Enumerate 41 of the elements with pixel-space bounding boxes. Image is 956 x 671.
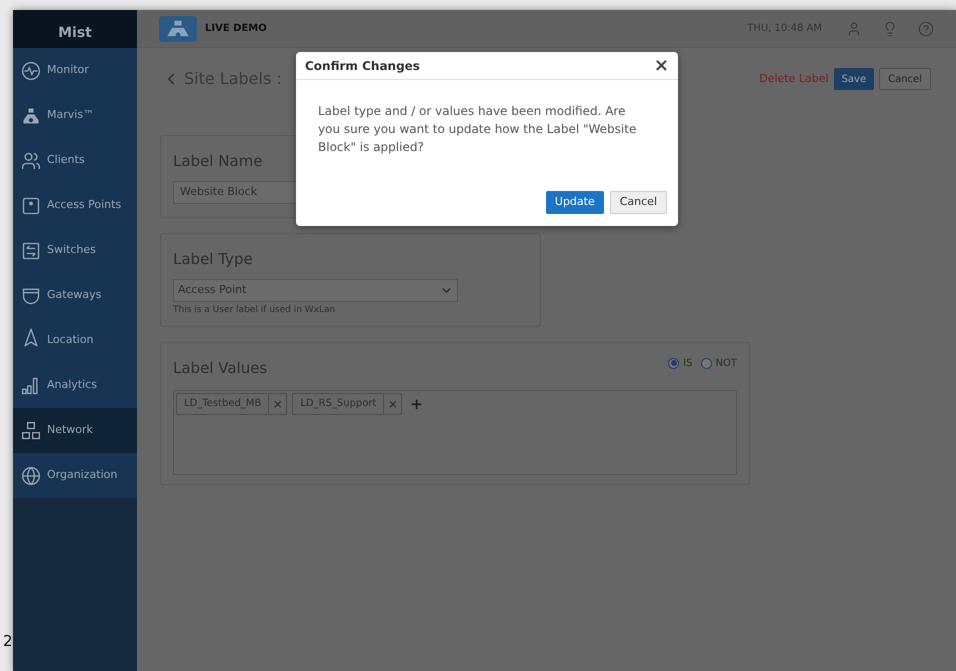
nav-item[interactable]: Analytics (13, 363, 137, 408)
logo-icon (159, 16, 197, 42)
nodes-icon (21, 106, 41, 126)
label-type-select[interactable]: Access Point (173, 278, 458, 302)
save-button[interactable]: Save (834, 68, 874, 90)
add-tag-button[interactable]: + (410, 392, 423, 414)
cancel-button[interactable]: Cancel (610, 191, 667, 214)
remove-tag-button[interactable]: × (383, 394, 402, 414)
tag-chip: LD_RS_Support × (292, 392, 402, 414)
cancel-button[interactable]: Cancel (879, 68, 931, 90)
nav-item[interactable]: Marvis™ (13, 93, 137, 138)
nav-item[interactable]: Network (13, 408, 137, 453)
tags-field[interactable]: LD_Testbed_MB × LD_RS_Support × + (173, 390, 737, 474)
remove-tag-button[interactable]: × (268, 394, 286, 414)
live-demo-label: LIVE DEMO (205, 22, 267, 36)
card-title: Label Name (173, 151, 264, 172)
arrows-square-icon (21, 240, 41, 260)
close-button[interactable]: × (654, 56, 669, 74)
nav-item[interactable]: Switches (13, 228, 137, 273)
update-button[interactable]: Update (546, 191, 604, 214)
users-icon (21, 150, 41, 170)
nav-item[interactable]: Gateways (13, 273, 137, 318)
shield-icon (21, 286, 41, 306)
user-icon[interactable] (846, 20, 862, 36)
hint-text: This is a User label if used in WxLan (173, 304, 336, 316)
nav-item[interactable]: Organization (13, 453, 137, 498)
logo: Mist (58, 24, 92, 43)
help-icon[interactable] (918, 20, 934, 36)
network-icon (21, 420, 41, 440)
nav-item[interactable]: Access Points (13, 183, 137, 228)
card-title: Label Values (173, 358, 268, 379)
nav-item[interactable]: Location (13, 318, 137, 363)
dialog-title: Confirm Changes (305, 58, 420, 74)
card-title: Label Type (173, 249, 254, 270)
dialog-message: Label type and / or values have been modified. Are you sure you want to update how the Label "Website Block" is applied? (317, 103, 638, 156)
tag-chip: LD_Testbed_MB × (176, 392, 288, 414)
nav-item[interactable]: Clients (13, 138, 137, 183)
nav-item[interactable]: Monitor (13, 48, 137, 93)
backdrop-text: 2 (2, 634, 13, 649)
pulse-icon (21, 60, 41, 80)
globe-icon (21, 466, 41, 486)
